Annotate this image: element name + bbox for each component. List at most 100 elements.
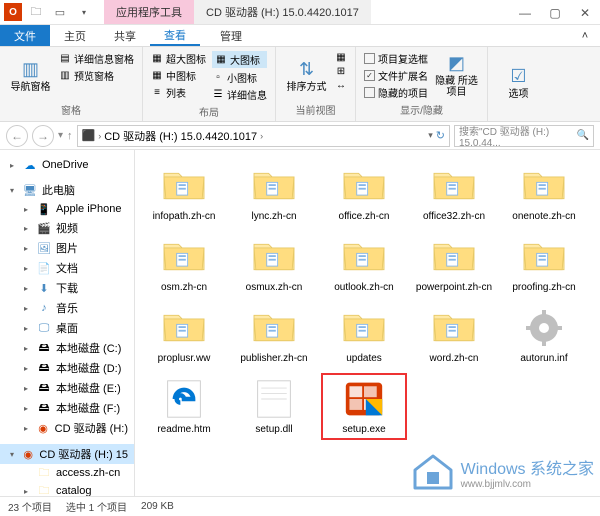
sidebar-documents[interactable]: ▸📄文档: [0, 258, 134, 278]
preview-pane-button[interactable]: ▥预览窗格: [59, 68, 134, 83]
sidebar-access[interactable]: 🗀access.zh-cn: [0, 464, 134, 482]
office-icon: ⬛: [82, 129, 96, 142]
options-button[interactable]: ☑ 选项: [496, 51, 541, 115]
recent-dropdown[interactable]: ▾: [58, 130, 63, 141]
drive-icon: 🖴: [37, 401, 51, 415]
file-item[interactable]: osm.zh-cn: [141, 231, 227, 298]
small-icons[interactable]: ▫小图标: [212, 70, 267, 85]
file-item[interactable]: powerpoint.zh-cn: [411, 231, 497, 298]
file-item[interactable]: outlook.zh-cn: [321, 231, 407, 298]
download-icon: ⬇: [37, 281, 51, 295]
sidebar-drive-e[interactable]: ▸🖴本地磁盘 (E:): [0, 378, 134, 398]
file-name: publisher.zh-cn: [240, 353, 307, 365]
forward-button[interactable]: →: [32, 125, 54, 147]
nav-pane-button[interactable]: ▥ 导航窗格: [8, 51, 53, 100]
file-item[interactable]: setup.dll: [231, 373, 317, 440]
large-icons[interactable]: ▦大图标: [212, 51, 267, 68]
sidebar-iphone[interactable]: ▸📱Apple iPhone: [0, 200, 134, 218]
file-item[interactable]: office.zh-cn: [321, 160, 407, 227]
file-item[interactable]: publisher.zh-cn: [231, 302, 317, 369]
context-tab-tools: 应用程序工具: [104, 0, 194, 24]
show-hide-group: 项目复选框 ✓文件扩展名 隐藏的项目 ◩ 隐藏 所选项目 显示/隐藏: [356, 47, 488, 121]
search-icon: 🔍: [577, 130, 589, 141]
file-item[interactable]: osmux.zh-cn: [231, 231, 317, 298]
hide-icon: ◩: [448, 53, 465, 74]
hidden-items-toggle[interactable]: 隐藏的项目: [364, 85, 428, 100]
sidebar-drive-c[interactable]: ▸🖴本地磁盘 (C:): [0, 338, 134, 358]
search-input[interactable]: 搜索"CD 驱动器 (H:) 15.0.44... 🔍: [454, 125, 594, 147]
phone-icon: 📱: [37, 202, 51, 216]
group-by-button[interactable]: ▦: [335, 51, 347, 63]
file-ext-toggle[interactable]: ✓文件扩展名: [364, 68, 428, 83]
file-item[interactable]: proofing.zh-cn: [501, 231, 587, 298]
qat-dropdown-icon[interactable]: ▾: [74, 2, 94, 22]
sidebar-pictures[interactable]: ▸🖼图片: [0, 238, 134, 258]
sidebar-downloads[interactable]: ▸⬇下载: [0, 278, 134, 298]
address-bar: ← → ▾ ↑ ⬛ › CD 驱动器 (H:) 15.0.4420.1017 ›…: [0, 122, 600, 150]
file-item[interactable]: lync.zh-cn: [231, 160, 317, 227]
folder-icon[interactable]: 🗀: [26, 2, 46, 22]
up-button[interactable]: ↑: [67, 130, 73, 142]
sidebar-this-pc[interactable]: ▾🖥此电脑: [0, 180, 134, 200]
sort-button[interactable]: ⇅ 排序方式: [284, 51, 329, 100]
maximize-button[interactable]: ▢: [540, 0, 570, 25]
file-item[interactable]: infopath.zh-cn: [141, 160, 227, 227]
item-count: 23 个项目: [8, 499, 52, 514]
file-item[interactable]: readme.htm: [141, 373, 227, 440]
sidebar-cd-h[interactable]: ▸◉CD 驱动器 (H:): [0, 418, 134, 438]
pc-icon: 🖥: [23, 183, 37, 197]
main-area: ▸☁OneDrive ▾🖥此电脑 ▸📱Apple iPhone ▸🎬视频 ▸🖼图…: [0, 150, 600, 496]
size-columns-button[interactable]: ↔: [335, 79, 347, 91]
folder-icon: 🗀: [37, 484, 51, 496]
sidebar-desktop[interactable]: ▸🖵桌面: [0, 318, 134, 338]
file-name: osm.zh-cn: [161, 282, 207, 294]
medium-icons[interactable]: ▦中图标: [151, 68, 206, 83]
sidebar-music[interactable]: ▸♪音乐: [0, 298, 134, 318]
dropdown-icon[interactable]: ▾: [428, 130, 433, 141]
file-name: setup.dll: [255, 424, 292, 436]
file-name: word.zh-cn: [430, 353, 479, 365]
minimize-button[interactable]: —: [510, 0, 540, 25]
properties-icon[interactable]: ▭: [50, 2, 70, 22]
video-icon: 🎬: [37, 221, 51, 235]
window-title: CD 驱动器 (H:) 15.0.4420.1017: [194, 0, 371, 24]
file-item[interactable]: office32.zh-cn: [411, 160, 497, 227]
item-checkboxes-toggle[interactable]: 项目复选框: [364, 51, 428, 66]
layout-group: ▦超大图标 ▦中图标 ≡列表 ▦大图标 ▫小图标 ☰详细信息 布局: [143, 47, 276, 121]
tab-manage[interactable]: 管理: [206, 25, 256, 46]
list-view[interactable]: ≡列表: [151, 85, 206, 100]
tab-file[interactable]: 文件: [0, 25, 50, 46]
sidebar-videos[interactable]: ▸🎬视频: [0, 218, 134, 238]
file-name: readme.htm: [157, 424, 210, 436]
file-name: office.zh-cn: [339, 211, 390, 223]
sidebar-drive-d[interactable]: ▸🖴本地磁盘 (D:): [0, 358, 134, 378]
file-item[interactable]: autorun.inf: [501, 302, 587, 369]
file-item[interactable]: onenote.zh-cn: [501, 160, 587, 227]
tab-view[interactable]: 查看: [150, 25, 200, 46]
cd-icon: ◉: [22, 447, 34, 461]
hide-selected-button[interactable]: ◩ 隐藏 所选项目: [434, 51, 479, 100]
tab-home[interactable]: 主页: [50, 25, 100, 46]
breadcrumb-segment[interactable]: CD 驱动器 (H:) 15.0.4420.1017: [104, 128, 257, 144]
file-item[interactable]: setup.exe: [321, 373, 407, 440]
sidebar-cd-h-full[interactable]: ▾◉CD 驱动器 (H:) 15: [0, 444, 134, 464]
ribbon-collapse-button[interactable]: ˄: [570, 25, 600, 46]
tab-share[interactable]: 共享: [100, 25, 150, 46]
breadcrumb[interactable]: ⬛ › CD 驱动器 (H:) 15.0.4420.1017 › ▾ ↻: [77, 125, 450, 147]
sidebar-catalog[interactable]: ▸🗀catalog: [0, 482, 134, 496]
sidebar-drive-f[interactable]: ▸🖴本地磁盘 (F:): [0, 398, 134, 418]
extra-large-icons[interactable]: ▦超大图标: [151, 51, 206, 66]
details-view[interactable]: ☰详细信息: [212, 87, 267, 102]
file-item[interactable]: word.zh-cn: [411, 302, 497, 369]
folder-icon: 🗀: [37, 466, 51, 480]
options-group: ☑ 选项: [488, 47, 549, 121]
sidebar-onedrive[interactable]: ▸☁OneDrive: [0, 156, 134, 174]
back-button[interactable]: ←: [6, 125, 28, 147]
file-item[interactable]: updates: [321, 302, 407, 369]
close-button[interactable]: ✕: [570, 0, 600, 25]
current-view-group: ⇅ 排序方式 ▦ ⊞ ↔ 当前视图: [276, 47, 356, 121]
add-columns-button[interactable]: ⊞: [335, 65, 347, 77]
file-item[interactable]: proplusr.ww: [141, 302, 227, 369]
refresh-icon[interactable]: ↻: [436, 129, 445, 142]
detail-pane-button[interactable]: ▤详细信息窗格: [59, 51, 134, 66]
